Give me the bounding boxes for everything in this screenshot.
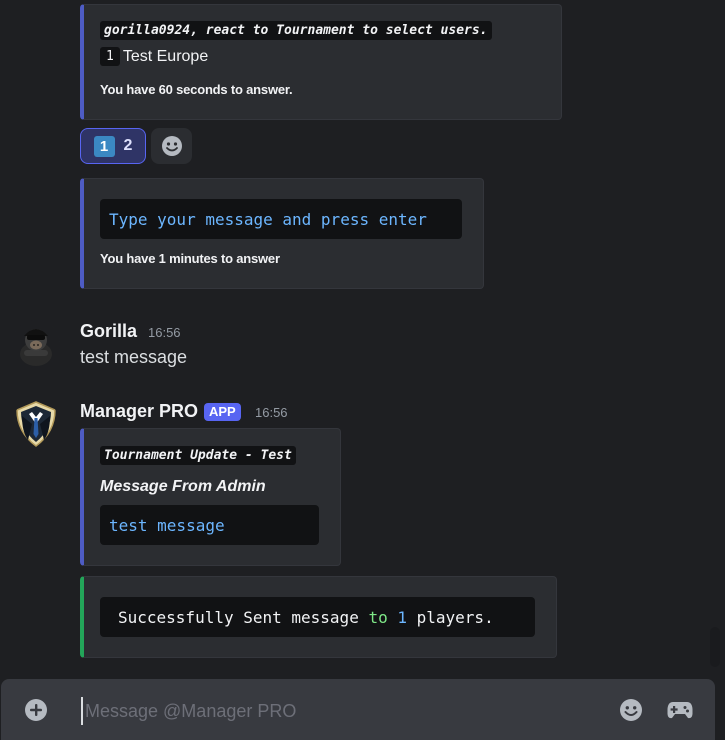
- success-embed: Successfully Sent message to 1 players.: [80, 576, 557, 658]
- keycap-one-icon: 1: [93, 135, 115, 157]
- result-text-2: players.: [407, 607, 494, 627]
- add-reaction-button[interactable]: [151, 128, 192, 164]
- option-label: Test Europe: [122, 47, 209, 65]
- username-gorilla[interactable]: Gorilla: [80, 321, 137, 342]
- message-input[interactable]: [81, 697, 585, 725]
- message-prompt-embed: Type your message and press enter You ha…: [80, 178, 484, 289]
- embed-subtitle: Message From Admin: [100, 478, 266, 495]
- emoji-smile-icon: [161, 136, 182, 156]
- timestamp-gorilla: 16:56: [148, 325, 181, 340]
- gamepad-icon: [667, 702, 693, 719]
- prompt-text: gorilla0924, react to Tournament to sele…: [100, 21, 492, 40]
- upload-button[interactable]: [23, 697, 49, 723]
- embed-title: Tournament Update - Test: [100, 446, 296, 465]
- username-manager-pro[interactable]: Manager PRO: [80, 401, 198, 422]
- gorilla-avatar-icon: [12, 320, 60, 368]
- reaction-keycap-1[interactable]: 1 2: [80, 128, 146, 164]
- reaction-count: 2: [123, 137, 133, 154]
- app-badge: APP: [204, 403, 241, 421]
- timestamp-manager-pro: 16:56: [255, 405, 288, 420]
- suit-shield-avatar-icon: [16, 401, 56, 447]
- prompt-code-text: Type your message and press enter: [109, 209, 427, 229]
- embed-code-text: test message: [109, 515, 225, 535]
- result-text-count: 1: [397, 607, 407, 627]
- plus-circle-icon: [25, 699, 47, 721]
- embed-code-block: test message: [100, 505, 319, 545]
- success-code-block: Successfully Sent message to 1 players.: [100, 597, 535, 637]
- message-composer: [1, 679, 715, 740]
- tournament-update-embed: Tournament Update - Test Message From Ad…: [80, 428, 341, 566]
- timer-text-2: You have 1 minutes to answer: [100, 251, 280, 266]
- option-number: 1: [100, 47, 120, 66]
- avatar-gorilla[interactable]: [12, 320, 60, 368]
- result-text-to: to: [368, 607, 388, 627]
- activities-button[interactable]: [666, 697, 694, 723]
- result-text-1: Successfully Sent message: [118, 607, 369, 627]
- prompt-code-block: Type your message and press enter: [100, 199, 462, 239]
- message-text-gorilla: test message: [80, 347, 188, 367]
- emoji-smile-icon: [620, 699, 642, 721]
- result-text-space: [388, 608, 398, 627]
- timer-text: You have 60 seconds to answer.: [100, 82, 293, 97]
- scrollbar-thumb[interactable]: [710, 627, 720, 667]
- reaction-prompt-embed: gorilla0924, react to Tournament to sele…: [80, 4, 562, 120]
- avatar-manager-pro[interactable]: [12, 400, 60, 448]
- chat-view: gorilla0924, react to Tournament to sele…: [0, 0, 725, 740]
- emoji-picker-button[interactable]: [618, 697, 644, 723]
